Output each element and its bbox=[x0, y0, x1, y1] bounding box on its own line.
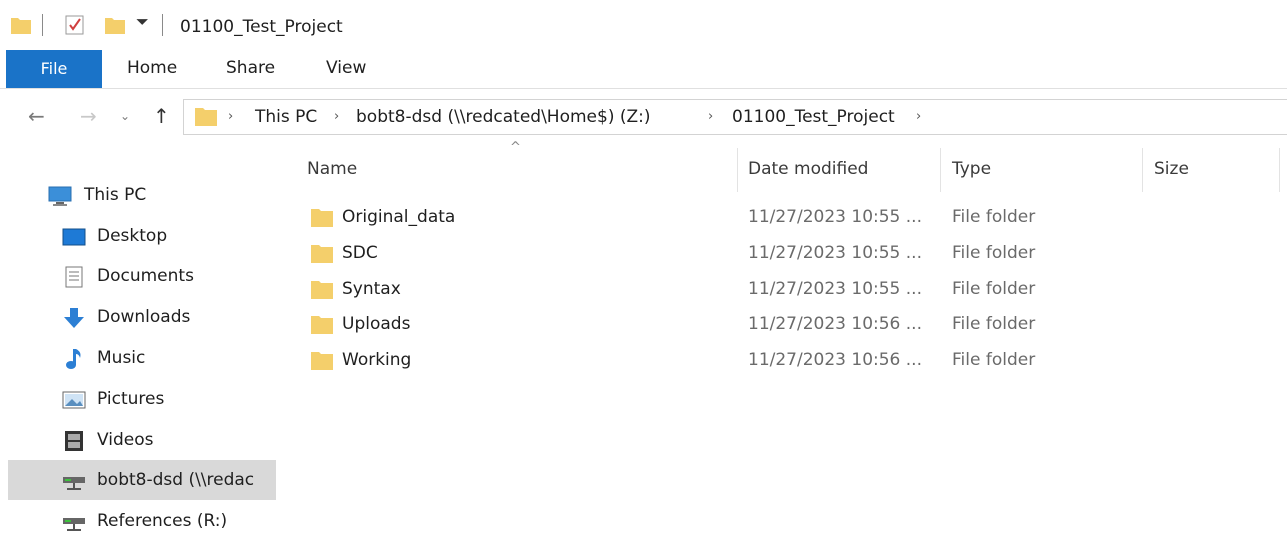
sidebar-item-label: Pictures bbox=[97, 389, 165, 409]
folder-icon bbox=[311, 209, 333, 227]
recent-locations-chevron-icon[interactable]: ⌄ bbox=[120, 96, 130, 136]
file-name: Uploads bbox=[342, 314, 411, 334]
table-row[interactable]: Original_data 11/27/2023 10:55 ... File … bbox=[276, 200, 1287, 236]
sidebar-item-label: Downloads bbox=[97, 307, 191, 327]
sidebar-item-music[interactable]: Music bbox=[0, 339, 276, 377]
new-folder-icon[interactable] bbox=[104, 14, 126, 36]
customize-toolbar-icon[interactable]: ⏷ bbox=[136, 12, 149, 32]
file-date-modified: 11/27/2023 10:55 ... bbox=[748, 207, 922, 227]
title-bar: ⏷ 01100_Test_Project bbox=[0, 0, 1287, 50]
column-divider[interactable] bbox=[1142, 148, 1143, 192]
downloads-icon bbox=[64, 308, 84, 328]
column-divider[interactable] bbox=[737, 148, 738, 192]
breadcrumb-current-folder[interactable]: 01100_Test_Project bbox=[732, 107, 895, 127]
videos-icon bbox=[65, 431, 83, 451]
tab-home[interactable]: Home bbox=[127, 58, 177, 78]
file-name: Syntax bbox=[342, 279, 401, 299]
sidebar-item-label: This PC bbox=[84, 185, 147, 205]
address-bar[interactable]: › This PC › bobt8-dsd (\\redcated\Home$)… bbox=[183, 99, 1287, 135]
network-drive-icon bbox=[63, 518, 85, 531]
folder-icon bbox=[311, 245, 333, 263]
address-row: ← → ⌄ ↑ › This PC › bobt8-dsd (\\redcate… bbox=[0, 96, 1287, 136]
file-type: File folder bbox=[952, 350, 1036, 370]
folder-icon bbox=[195, 108, 217, 126]
folder-icon bbox=[311, 281, 333, 299]
up-arrow-icon[interactable]: ↑ bbox=[153, 96, 170, 136]
sidebar-item-label: bobt8-dsd (\\redac bbox=[97, 470, 255, 490]
column-header-size[interactable]: Size bbox=[1154, 159, 1189, 179]
chevron-right-icon[interactable]: › bbox=[916, 109, 921, 124]
folder-icon bbox=[311, 316, 333, 334]
back-arrow-icon[interactable]: ← bbox=[28, 96, 45, 136]
column-header-type[interactable]: Type bbox=[952, 159, 991, 179]
music-icon bbox=[66, 349, 81, 369]
file-date-modified: 11/27/2023 10:56 ... bbox=[748, 314, 922, 334]
sidebar-item-videos[interactable]: Videos bbox=[0, 421, 276, 459]
sidebar-item-label: Videos bbox=[97, 430, 154, 450]
sidebar-item-desktop[interactable]: Desktop bbox=[0, 217, 276, 255]
sidebar-item-label: Documents bbox=[97, 266, 194, 286]
documents-icon bbox=[65, 266, 83, 288]
file-type: File folder bbox=[952, 279, 1036, 299]
chevron-right-icon[interactable]: › bbox=[334, 109, 339, 124]
file-type: File folder bbox=[952, 243, 1036, 263]
file-list: ^ Name Date modified Type Size Original_… bbox=[276, 140, 1287, 541]
sidebar-item-downloads[interactable]: Downloads bbox=[0, 298, 276, 336]
tab-file[interactable]: File bbox=[6, 50, 102, 88]
chevron-right-icon[interactable]: › bbox=[228, 109, 233, 124]
breadcrumb-network-drive[interactable]: bobt8-dsd (\\redcated\Home$) (Z:) bbox=[356, 107, 651, 127]
file-type: File folder bbox=[952, 314, 1036, 334]
forward-arrow-icon[interactable]: → bbox=[80, 96, 97, 136]
divider bbox=[42, 14, 43, 36]
ribbon: File Home Share View bbox=[0, 50, 1287, 89]
table-row[interactable]: SDC 11/27/2023 10:55 ... File folder bbox=[276, 236, 1287, 272]
column-header-date-modified[interactable]: Date modified bbox=[748, 159, 868, 179]
folder-icon[interactable] bbox=[10, 14, 32, 36]
sidebar-item-label: Music bbox=[97, 348, 146, 368]
sort-ascending-icon: ^ bbox=[510, 140, 521, 155]
file-type: File folder bbox=[952, 207, 1036, 227]
file-name: Original_data bbox=[342, 207, 456, 227]
table-row[interactable]: Uploads 11/27/2023 10:56 ... File folder bbox=[276, 307, 1287, 343]
sidebar-item-pictures[interactable]: Pictures bbox=[0, 380, 276, 418]
tab-view[interactable]: View bbox=[326, 58, 366, 78]
properties-icon[interactable] bbox=[64, 14, 86, 36]
breadcrumb-this-pc[interactable]: This PC bbox=[255, 107, 317, 127]
column-divider[interactable] bbox=[1279, 148, 1280, 192]
folder-icon bbox=[311, 352, 333, 370]
file-date-modified: 11/27/2023 10:56 ... bbox=[748, 350, 922, 370]
sidebar-item-label: References (R:) bbox=[97, 511, 228, 531]
chevron-right-icon[interactable]: › bbox=[708, 109, 713, 124]
file-date-modified: 11/27/2023 10:55 ... bbox=[748, 243, 922, 263]
file-name: Working bbox=[342, 350, 412, 370]
file-name: SDC bbox=[342, 243, 378, 263]
table-row[interactable]: Working 11/27/2023 10:56 ... File folder bbox=[276, 343, 1287, 379]
table-row[interactable]: Syntax 11/27/2023 10:55 ... File folder bbox=[276, 272, 1287, 308]
network-drive-icon bbox=[63, 477, 85, 490]
desktop-icon bbox=[62, 228, 86, 246]
sidebar-item-references-r[interactable]: References (R:) bbox=[0, 502, 276, 540]
file-date-modified: 11/27/2023 10:55 ... bbox=[748, 279, 922, 299]
navigation-pane: This PC Desktop Documents Downloads Musi… bbox=[0, 140, 276, 541]
sidebar-item-label: Desktop bbox=[97, 226, 168, 246]
sidebar-item-documents[interactable]: Documents bbox=[0, 257, 276, 295]
divider bbox=[162, 14, 163, 36]
sidebar-item-network-drive-z[interactable]: bobt8-dsd (\\redac bbox=[8, 460, 276, 500]
tab-share[interactable]: Share bbox=[226, 58, 275, 78]
pictures-icon bbox=[62, 391, 86, 409]
column-divider[interactable] bbox=[940, 148, 941, 192]
column-header-name[interactable]: Name bbox=[307, 159, 357, 179]
sidebar-item-this-pc[interactable]: This PC bbox=[0, 176, 276, 214]
this-pc-icon bbox=[48, 186, 72, 206]
window-title: 01100_Test_Project bbox=[180, 17, 343, 37]
